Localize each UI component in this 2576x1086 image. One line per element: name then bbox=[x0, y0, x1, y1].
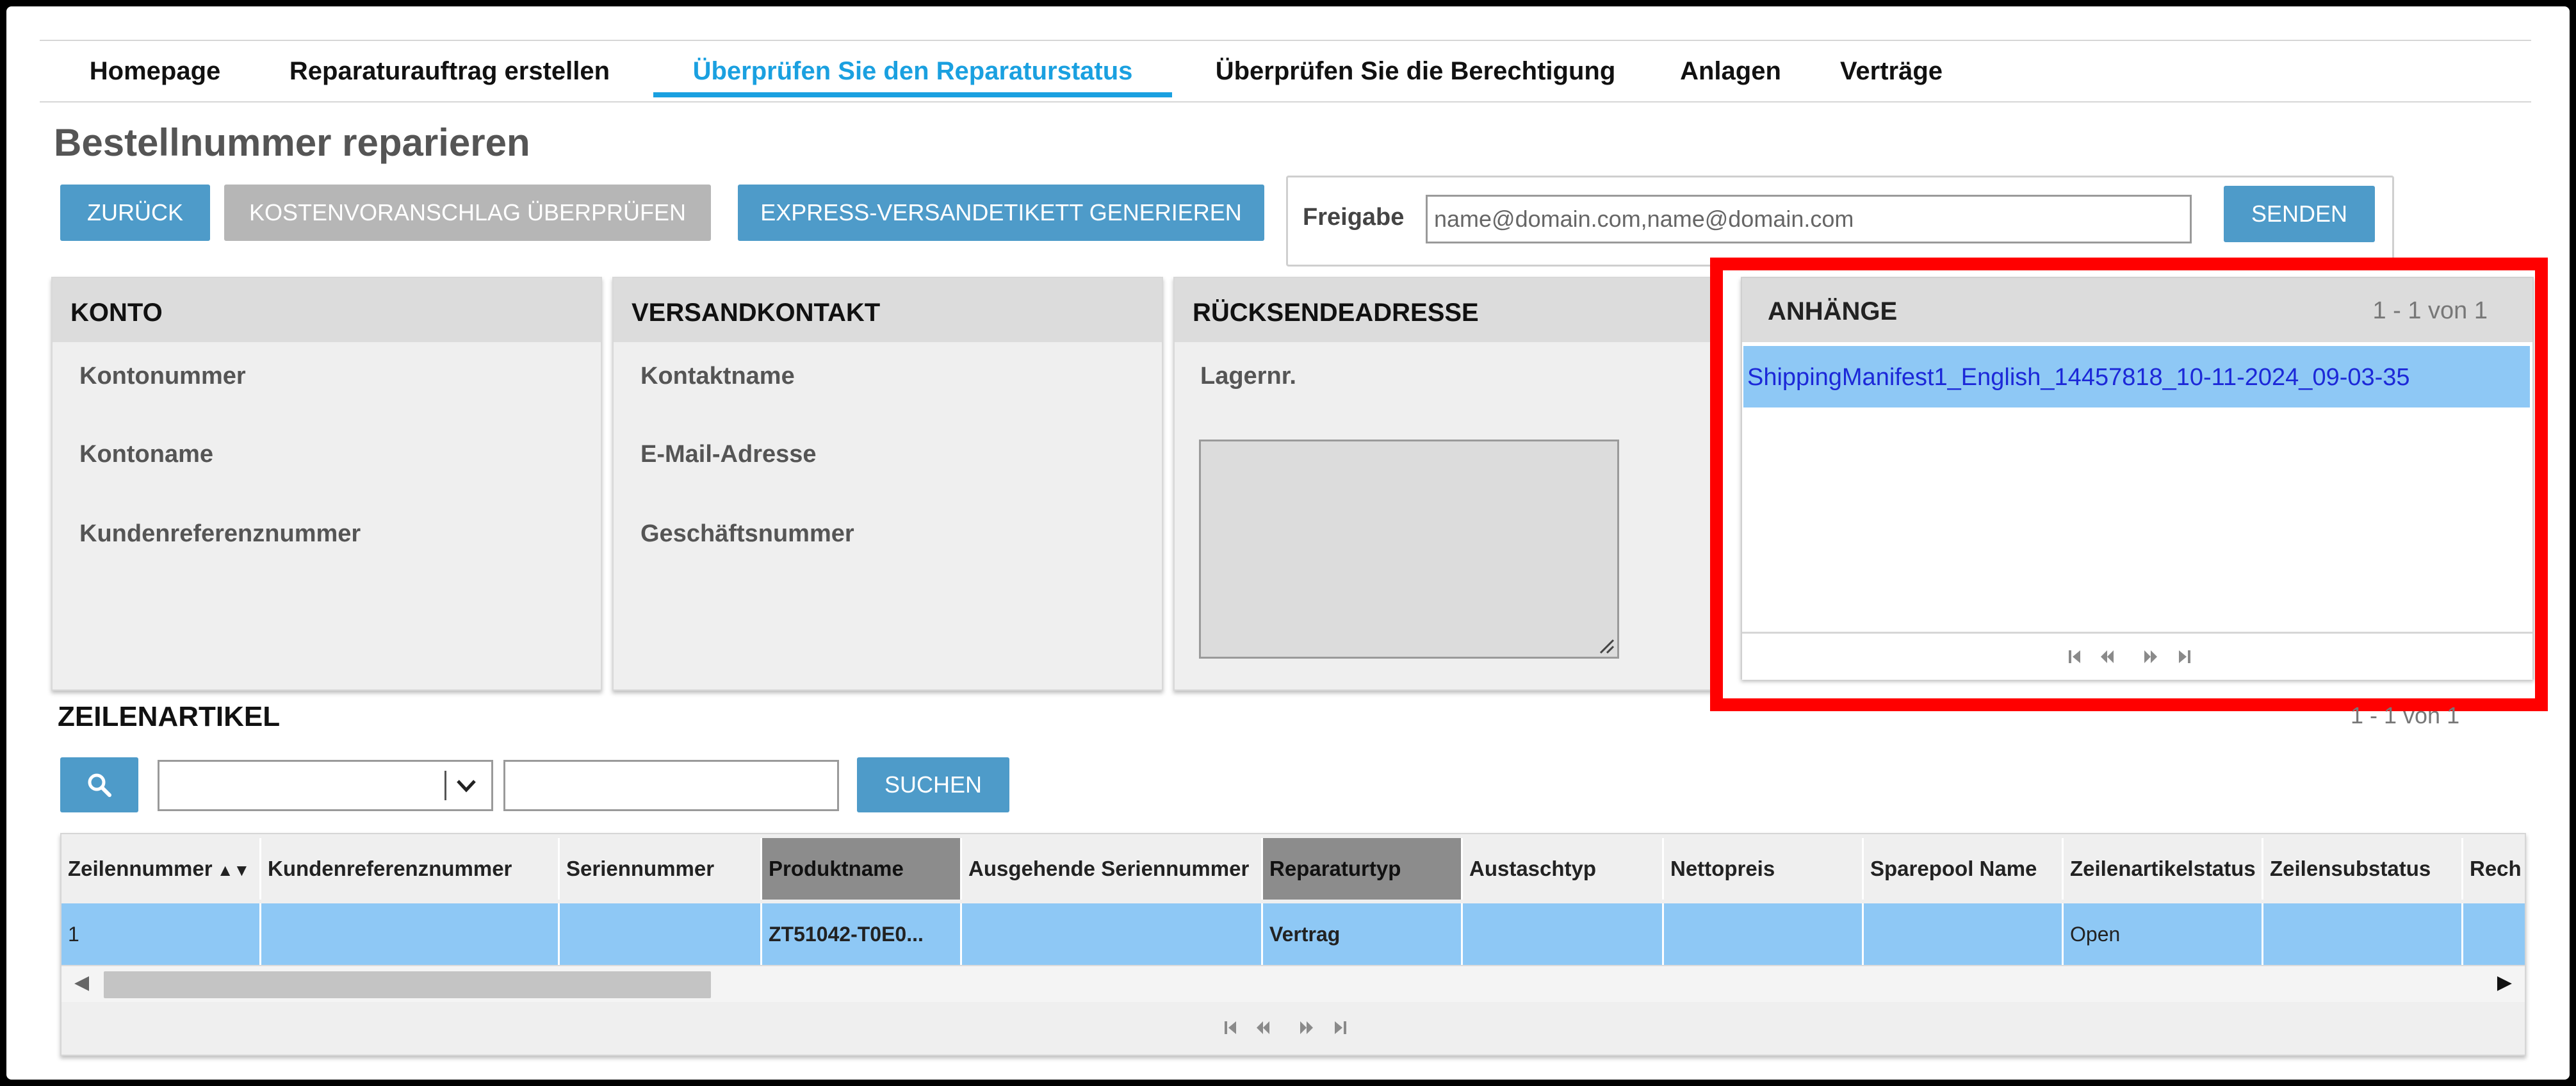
return-address-panel-title: RÜCKSENDEADRESSE bbox=[1193, 299, 1479, 327]
column-header[interactable]: Kundenreferenznummer bbox=[261, 838, 560, 900]
column-header[interactable]: Rech bbox=[2463, 838, 2525, 900]
search-field-select[interactable] bbox=[158, 760, 493, 811]
line-items-pager-text: 1 - 1 von 1 bbox=[2351, 702, 2460, 728]
scroll-left-icon[interactable]: ◀ bbox=[74, 971, 89, 994]
account-number-label: Kontonummer bbox=[79, 363, 246, 390]
top-nav: Homepage Reparaturauftrag erstellen Über… bbox=[40, 40, 2531, 103]
table-cell bbox=[1864, 903, 2064, 965]
active-tab-indicator bbox=[653, 92, 1172, 97]
column-header[interactable]: Produktname bbox=[762, 838, 962, 900]
shipping-contact-panel-title: VERSANDKONTAKT bbox=[632, 299, 881, 327]
table-cell bbox=[2463, 903, 2525, 965]
app-window: Homepage Reparaturauftrag erstellen Über… bbox=[6, 6, 2570, 1080]
line-items-grid: Zeilennummer ▲▼ Kundenreferenznummer Ser… bbox=[60, 833, 2526, 1056]
table-cell bbox=[261, 903, 560, 965]
shipping-contact-panel-header: VERSANDKONTAKT bbox=[614, 278, 1162, 342]
tab-check-entitlement[interactable]: Überprüfen Sie die Berechtigung bbox=[1198, 41, 1633, 101]
sort-icon[interactable]: ▲▼ bbox=[213, 860, 250, 880]
table-cell bbox=[1463, 903, 1664, 965]
customer-reference-label: Kundenreferenznummer bbox=[79, 520, 361, 547]
column-header[interactable]: Reparaturtyp bbox=[1263, 838, 1463, 900]
share-email-input[interactable] bbox=[1426, 195, 2192, 243]
table-cell bbox=[2263, 903, 2463, 965]
column-header[interactable]: Zeilenartikelstatus bbox=[2064, 838, 2263, 900]
express-label-button[interactable]: EXPRESS-VERSANDETIKETT GENERIEREN bbox=[738, 185, 1264, 241]
contact-name-label: Kontaktname bbox=[640, 363, 795, 390]
tab-assets[interactable]: Anlagen bbox=[1667, 41, 1795, 101]
column-label: Zeilennummer bbox=[68, 857, 213, 880]
business-number-label: Geschäftsnummer bbox=[640, 520, 854, 547]
column-header[interactable]: Ausgehende Seriennummer bbox=[962, 838, 1263, 900]
tab-homepage[interactable]: Homepage bbox=[78, 41, 232, 101]
search-button[interactable]: SUCHEN bbox=[857, 757, 1009, 812]
table-row[interactable]: 1 ZT51042-T0E0... Vertrag Open bbox=[61, 903, 2525, 965]
back-button[interactable]: ZURÜCK bbox=[60, 185, 210, 241]
table-cell bbox=[962, 903, 1263, 965]
table-cell: Vertrag bbox=[1263, 903, 1463, 965]
warehouse-number-label: Lagernr. bbox=[1200, 363, 1296, 390]
column-header[interactable]: Austaschtyp bbox=[1463, 838, 1664, 900]
account-panel-header: KONTO bbox=[53, 278, 601, 342]
column-header[interactable]: Nettopreis bbox=[1664, 838, 1864, 900]
search-text-input[interactable] bbox=[503, 760, 839, 811]
pager-controls-icon[interactable] bbox=[1223, 1019, 1351, 1037]
search-icon bbox=[88, 773, 111, 797]
share-label: Freigabe bbox=[1303, 204, 1405, 231]
horizontal-scrollbar[interactable]: ◀ ▶ bbox=[61, 965, 2525, 1002]
email-address-label: E-Mail-Adresse bbox=[640, 441, 817, 468]
line-items-title: ZEILENARTIKEL bbox=[58, 701, 281, 732]
column-header[interactable]: Seriennummer bbox=[560, 838, 762, 900]
column-header[interactable]: Zeilensubstatus bbox=[2263, 838, 2463, 900]
check-estimate-button[interactable]: KOSTENVORANSCHLAG ÜBERPRÜFEN bbox=[224, 185, 711, 241]
column-header[interactable]: Zeilennummer ▲▼ bbox=[61, 838, 261, 900]
scrollbar-thumb[interactable] bbox=[104, 971, 711, 998]
shipping-contact-panel: VERSANDKONTAKT Kontaktname E-Mail-Adress… bbox=[612, 277, 1163, 691]
account-panel: KONTO Kontonummer Kontoname Kundenrefere… bbox=[51, 277, 602, 691]
search-icon-button[interactable] bbox=[60, 757, 138, 812]
chevron-down-icon[interactable] bbox=[444, 771, 486, 800]
scroll-right-icon[interactable]: ▶ bbox=[2497, 971, 2512, 994]
resize-grip-icon[interactable] bbox=[1598, 638, 1615, 654]
table-cell: Open bbox=[2064, 903, 2263, 965]
tab-create-repair-order[interactable]: Reparaturauftrag erstellen bbox=[270, 41, 629, 101]
return-address-textarea[interactable] bbox=[1199, 440, 1619, 659]
return-address-panel-header: RÜCKSENDEADRESSE bbox=[1175, 278, 1713, 342]
column-header[interactable]: Sparepool Name bbox=[1864, 838, 2064, 900]
table-cell bbox=[1664, 903, 1864, 965]
page-title: Bestellnummer reparieren bbox=[54, 121, 530, 164]
table-cell: 1 bbox=[61, 903, 261, 965]
table-cell: ZT51042-T0E0... bbox=[762, 903, 962, 965]
account-panel-title: KONTO bbox=[70, 299, 163, 327]
grid-header: Zeilennummer ▲▼ Kundenreferenznummer Ser… bbox=[61, 834, 2525, 900]
highlight-box bbox=[1710, 258, 2548, 711]
send-button[interactable]: SENDEN bbox=[2224, 186, 2375, 242]
account-name-label: Kontoname bbox=[79, 441, 213, 468]
tab-contracts[interactable]: Verträge bbox=[1824, 41, 1959, 101]
grid-pager bbox=[61, 1003, 2525, 1055]
table-cell bbox=[560, 903, 762, 965]
